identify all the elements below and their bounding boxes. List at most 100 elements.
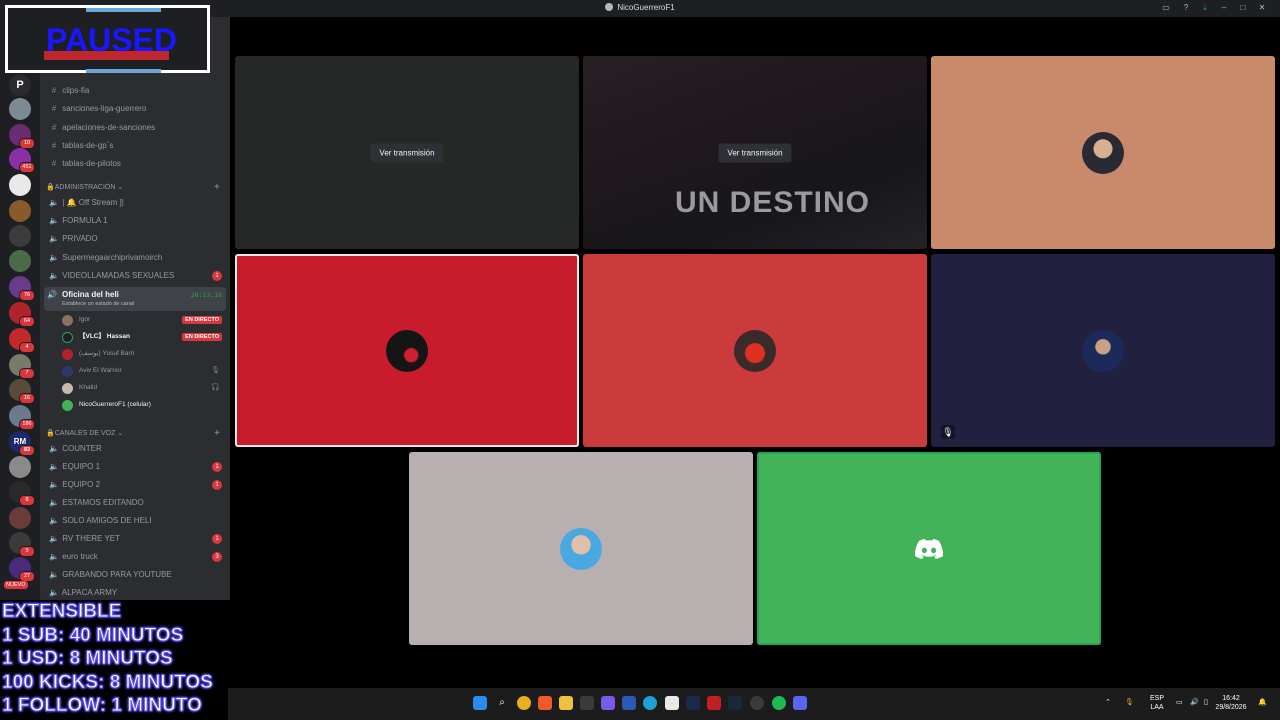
server-icon[interactable]: RM 83 <box>9 431 35 456</box>
active-voice-channel[interactable]: 🔊 Oficina del heli Establece un estado d… <box>44 287 226 311</box>
app-icon[interactable] <box>601 696 615 710</box>
server-icon[interactable] <box>9 225 31 247</box>
stream-promo-overlay: EXTENSIBLE 1 SUB: 40 MINUTOS 1 USD: 8 MI… <box>0 600 228 720</box>
voice-channel[interactable]: 🔈 COUNTER <box>46 441 224 457</box>
channel-status[interactable]: Establece un estado de canal <box>62 301 134 307</box>
photoshop-icon[interactable] <box>686 696 700 710</box>
add-channel-icon[interactable]: + <box>214 428 220 439</box>
voice-user[interactable]: Khalid 🎧 <box>62 381 226 395</box>
server-icon[interactable]: P <box>9 74 31 96</box>
server-icon[interactable]: 451 <box>9 148 35 173</box>
server-icon[interactable] <box>9 200 31 222</box>
brave-icon[interactable] <box>538 696 552 710</box>
notification-icon[interactable]: 🔔 <box>1258 698 1267 707</box>
avatar <box>62 400 73 411</box>
voice-channel[interactable]: 🔈 ESTAMOS EDITANDO <box>46 495 224 511</box>
spotify-icon[interactable] <box>772 696 786 710</box>
voice-user[interactable]: Aviv El Warrior 🎙 <box>62 364 226 378</box>
voice-channel[interactable]: 🔈 Supermegaarchiprivamoirch <box>46 250 224 266</box>
server-icon[interactable]: 7 <box>9 354 35 379</box>
search-icon[interactable]: ⌕ <box>495 696 509 710</box>
call-timer: 28:13:16 <box>190 291 222 299</box>
app-icon[interactable] <box>707 696 721 710</box>
download-icon[interactable]: ⤓ <box>1200 3 1210 13</box>
speaker-icon: 🔈 <box>49 534 59 543</box>
app-icon[interactable] <box>750 696 764 710</box>
voice-channel[interactable]: 🔈 RV THERE YET 1 <box>46 531 224 547</box>
voice-channel[interactable]: 🔈 ALPACA ARMY <box>46 585 224 601</box>
server-icon[interactable]: 9 <box>9 532 35 557</box>
chrome-icon[interactable] <box>517 696 531 710</box>
category-canales-de-voz[interactable]: 🔒CANALES DE VOZ ⌄ + <box>46 428 220 439</box>
channel-apelaciones[interactable]: # apelaciones-de-sanciones <box>46 120 224 136</box>
user-tile[interactable] <box>409 452 753 645</box>
server-icon[interactable]: 186 <box>9 405 35 430</box>
voice-channel[interactable]: 🔈 | 🔔 Off Stream ]| <box>46 195 224 211</box>
muted-icon: 🎙 <box>941 425 955 439</box>
app-icon[interactable] <box>665 696 679 710</box>
server-icon[interactable] <box>9 456 31 478</box>
voice-user[interactable]: (يوسف) Yusuf Barri <box>62 347 226 361</box>
help-icon[interactable]: ? <box>1181 3 1191 13</box>
voice-channel[interactable]: 🔈 PRIVADO <box>46 231 224 247</box>
user-tile-speaking[interactable] <box>757 452 1101 645</box>
voice-channel[interactable]: 🔈 euro truck 3 <box>46 549 224 565</box>
edge-icon[interactable] <box>643 696 657 710</box>
clock[interactable]: 16:42 29/8/2026 <box>1211 694 1251 712</box>
server-icon[interactable]: 4 <box>9 328 35 353</box>
stream-tile[interactable]: Ver transmisión <box>235 56 579 249</box>
voice-user[interactable]: Igor EN DIRECTO <box>62 313 226 327</box>
inbox-icon[interactable]: ▭ <box>1161 3 1171 13</box>
hash-icon: # <box>51 104 57 113</box>
server-icon[interactable]: 76 <box>9 276 35 301</box>
app-icon[interactable] <box>580 696 594 710</box>
add-channel-icon[interactable]: + <box>214 182 220 193</box>
language-indicator[interactable]: ESP LAA <box>1146 694 1168 712</box>
server-icon[interactable] <box>9 507 31 529</box>
steam-icon[interactable] <box>728 696 742 710</box>
user-tile-speaking[interactable] <box>235 254 579 447</box>
start-icon[interactable] <box>473 696 487 710</box>
channel-tablas-gp[interactable]: # tablas-de-gp´s <box>46 138 224 154</box>
voice-user[interactable]: NicoGuerreroF1 (celular) <box>62 398 226 412</box>
server-icon[interactable]: 27 NUEVO <box>4 557 35 589</box>
channel-clips-fia[interactable]: # clips-fia <box>46 83 224 99</box>
avatar <box>62 366 73 377</box>
category-administracion[interactable]: 🔒ADMINISTRACIÓN ⌄ + <box>46 182 220 193</box>
watch-stream-button[interactable]: Ver transmisión <box>718 143 792 162</box>
server-icon[interactable]: 64 <box>9 302 35 327</box>
server-icon[interactable]: 16 <box>9 379 35 404</box>
minimize-button[interactable]: – <box>1219 3 1229 13</box>
server-icon[interactable] <box>9 98 31 120</box>
stream-tile[interactable]: UN DESTINO Ver transmisión <box>583 56 927 249</box>
voice-channel[interactable]: 🔈 FORMULA 1 <box>46 213 224 229</box>
user-tile[interactable] <box>931 56 1275 249</box>
voice-channel[interactable]: 🔈 SOLO AMIGOS DE HELI <box>46 513 224 529</box>
discord-taskbar-icon[interactable] <box>793 696 807 710</box>
voice-channel[interactable]: 🔈 EQUIPO 11 <box>46 459 224 475</box>
channel-sanciones[interactable]: # sanciones-liga-guerrero <box>46 101 224 117</box>
watch-stream-button[interactable]: Ver transmisión <box>370 143 444 162</box>
word-icon[interactable] <box>622 696 636 710</box>
file-explorer-icon[interactable] <box>559 696 573 710</box>
server-icon[interactable]: 8 <box>9 481 35 506</box>
voice-user[interactable]: 【VLC】 Hassan EN DIRECTO <box>62 330 226 344</box>
maximize-button[interactable]: □ <box>1238 3 1248 13</box>
server-icon[interactable] <box>9 174 31 196</box>
voice-channel[interactable]: 🔈 VIDEOLLAMADAS SEXUALES 1 <box>46 268 224 284</box>
channel-tablas-pilotos[interactable]: # tablas-de-pilotos <box>46 156 224 172</box>
microphone-icon[interactable]: 🎙 <box>1125 698 1134 707</box>
chevron-up-icon[interactable]: ⌃ <box>1105 698 1111 707</box>
voice-channel[interactable]: 🔈 EQUIPO 21 <box>46 477 224 493</box>
battery-icon[interactable]: ▯ <box>1204 698 1208 707</box>
avatar <box>386 329 428 372</box>
user-tile[interactable]: 🎙 <box>931 254 1275 447</box>
server-icon[interactable] <box>9 250 31 272</box>
server-icon[interactable]: 10 <box>9 124 35 149</box>
user-tile[interactable] <box>583 254 927 447</box>
close-button[interactable]: ✕ <box>1257 3 1267 13</box>
speaker-icon: 🔈 <box>49 234 59 243</box>
volume-icon[interactable]: 🔊 <box>1190 698 1199 707</box>
voice-channel[interactable]: 🔈 GRABANDO PARA YOUTUBE <box>46 567 224 583</box>
network-icon[interactable]: ▭ <box>1176 698 1183 707</box>
